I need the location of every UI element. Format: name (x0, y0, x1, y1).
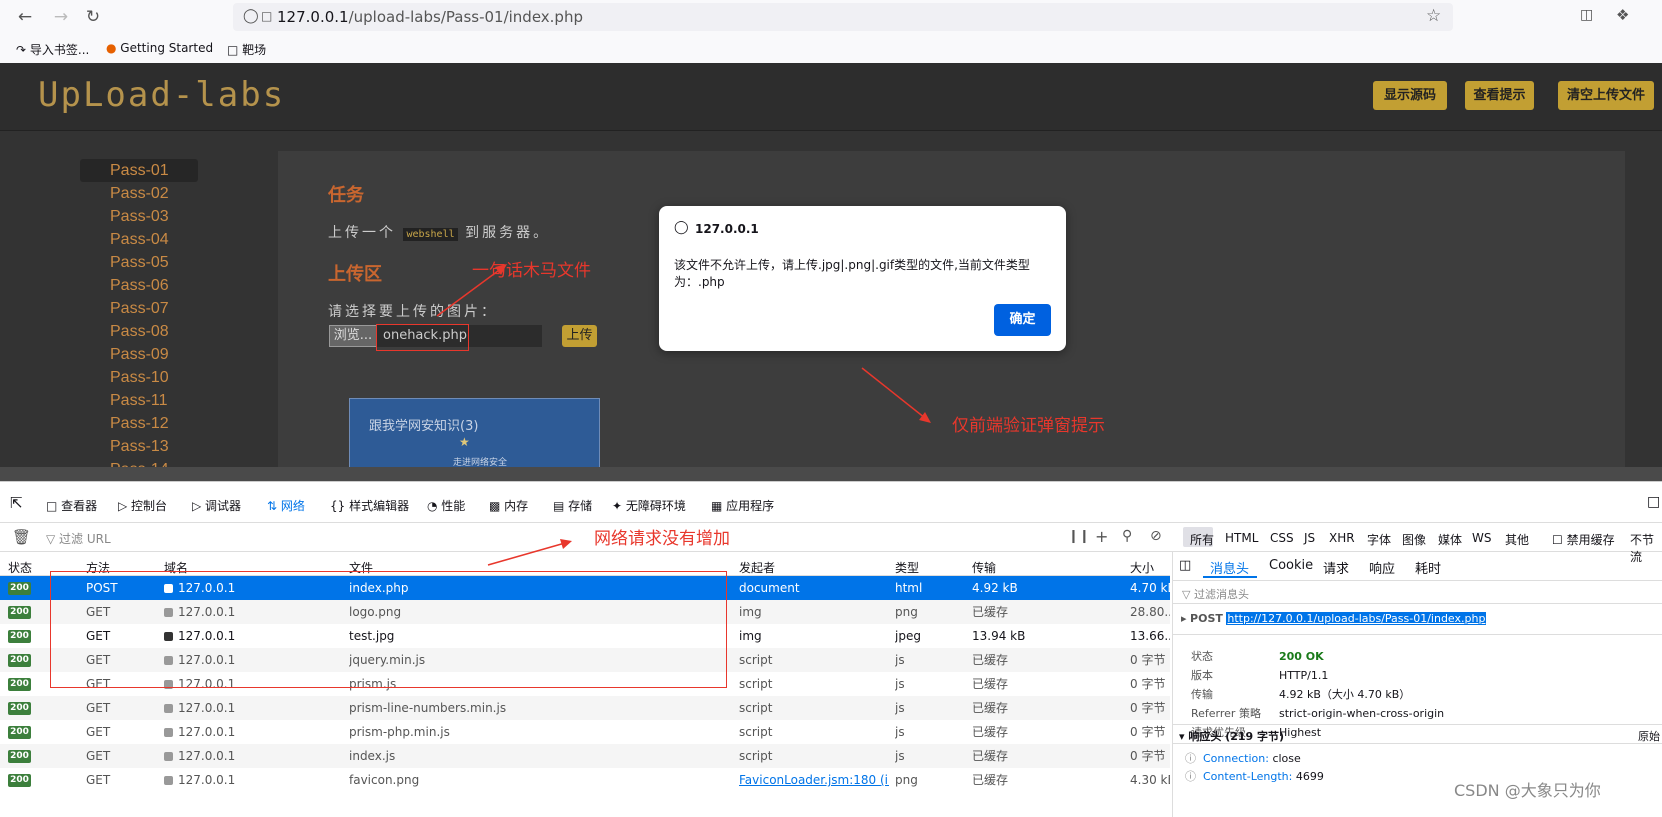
watermark: CSDN @大象只为你 (1454, 781, 1601, 800)
tab-response[interactable]: 响应 (1369, 558, 1395, 577)
detail-row: 状态 200 OK (1191, 650, 1324, 663)
response-header-row: ⓘ Content-Length: 4699 (1185, 770, 1324, 783)
tab-headers[interactable]: 消息头 (1210, 558, 1249, 577)
expand-icon: ▸ (1181, 612, 1187, 625)
tab-underline (1203, 576, 1257, 578)
response-header-row: ⓘ Connection: close (1185, 752, 1301, 765)
tab-timings[interactable]: 耗时 (1415, 558, 1441, 577)
headers-filter[interactable]: ▽ 过滤消息头 (1173, 580, 1662, 604)
request-url[interactable]: http://127.0.0.1/upload-labs/Pass-01/ind… (1226, 612, 1487, 625)
help-icon: ⓘ (1185, 770, 1203, 783)
detail-row: Referrer 策略 strict-origin-when-cross-orig… (1191, 707, 1445, 720)
tab-request[interactable]: 请求 (1323, 558, 1349, 577)
response-headers-section[interactable]: ▾ 响应头 (219 字节) 原始 (1173, 724, 1662, 744)
sidebar-toggle-icon[interactable]: ◫ (1179, 558, 1191, 573)
request-line: ▸ POST http://127.0.0.1/upload-labs/Pass… (1181, 612, 1487, 625)
detail-row: 版本 HTTP/1.1 (1191, 669, 1329, 682)
detail-row: 传输 4.92 kB（大小 4.70 kB） (1191, 688, 1411, 701)
tab-cookie[interactable]: Cookie (1269, 558, 1313, 573)
devtools-panel: ⇱ □ 查看器 ▷ 控制台 ▷ 调试器 ⇅ 网络 {} 样式编辑器 ◔ 性能 ▩… (0, 481, 1662, 817)
help-icon: ⓘ (1185, 752, 1203, 765)
